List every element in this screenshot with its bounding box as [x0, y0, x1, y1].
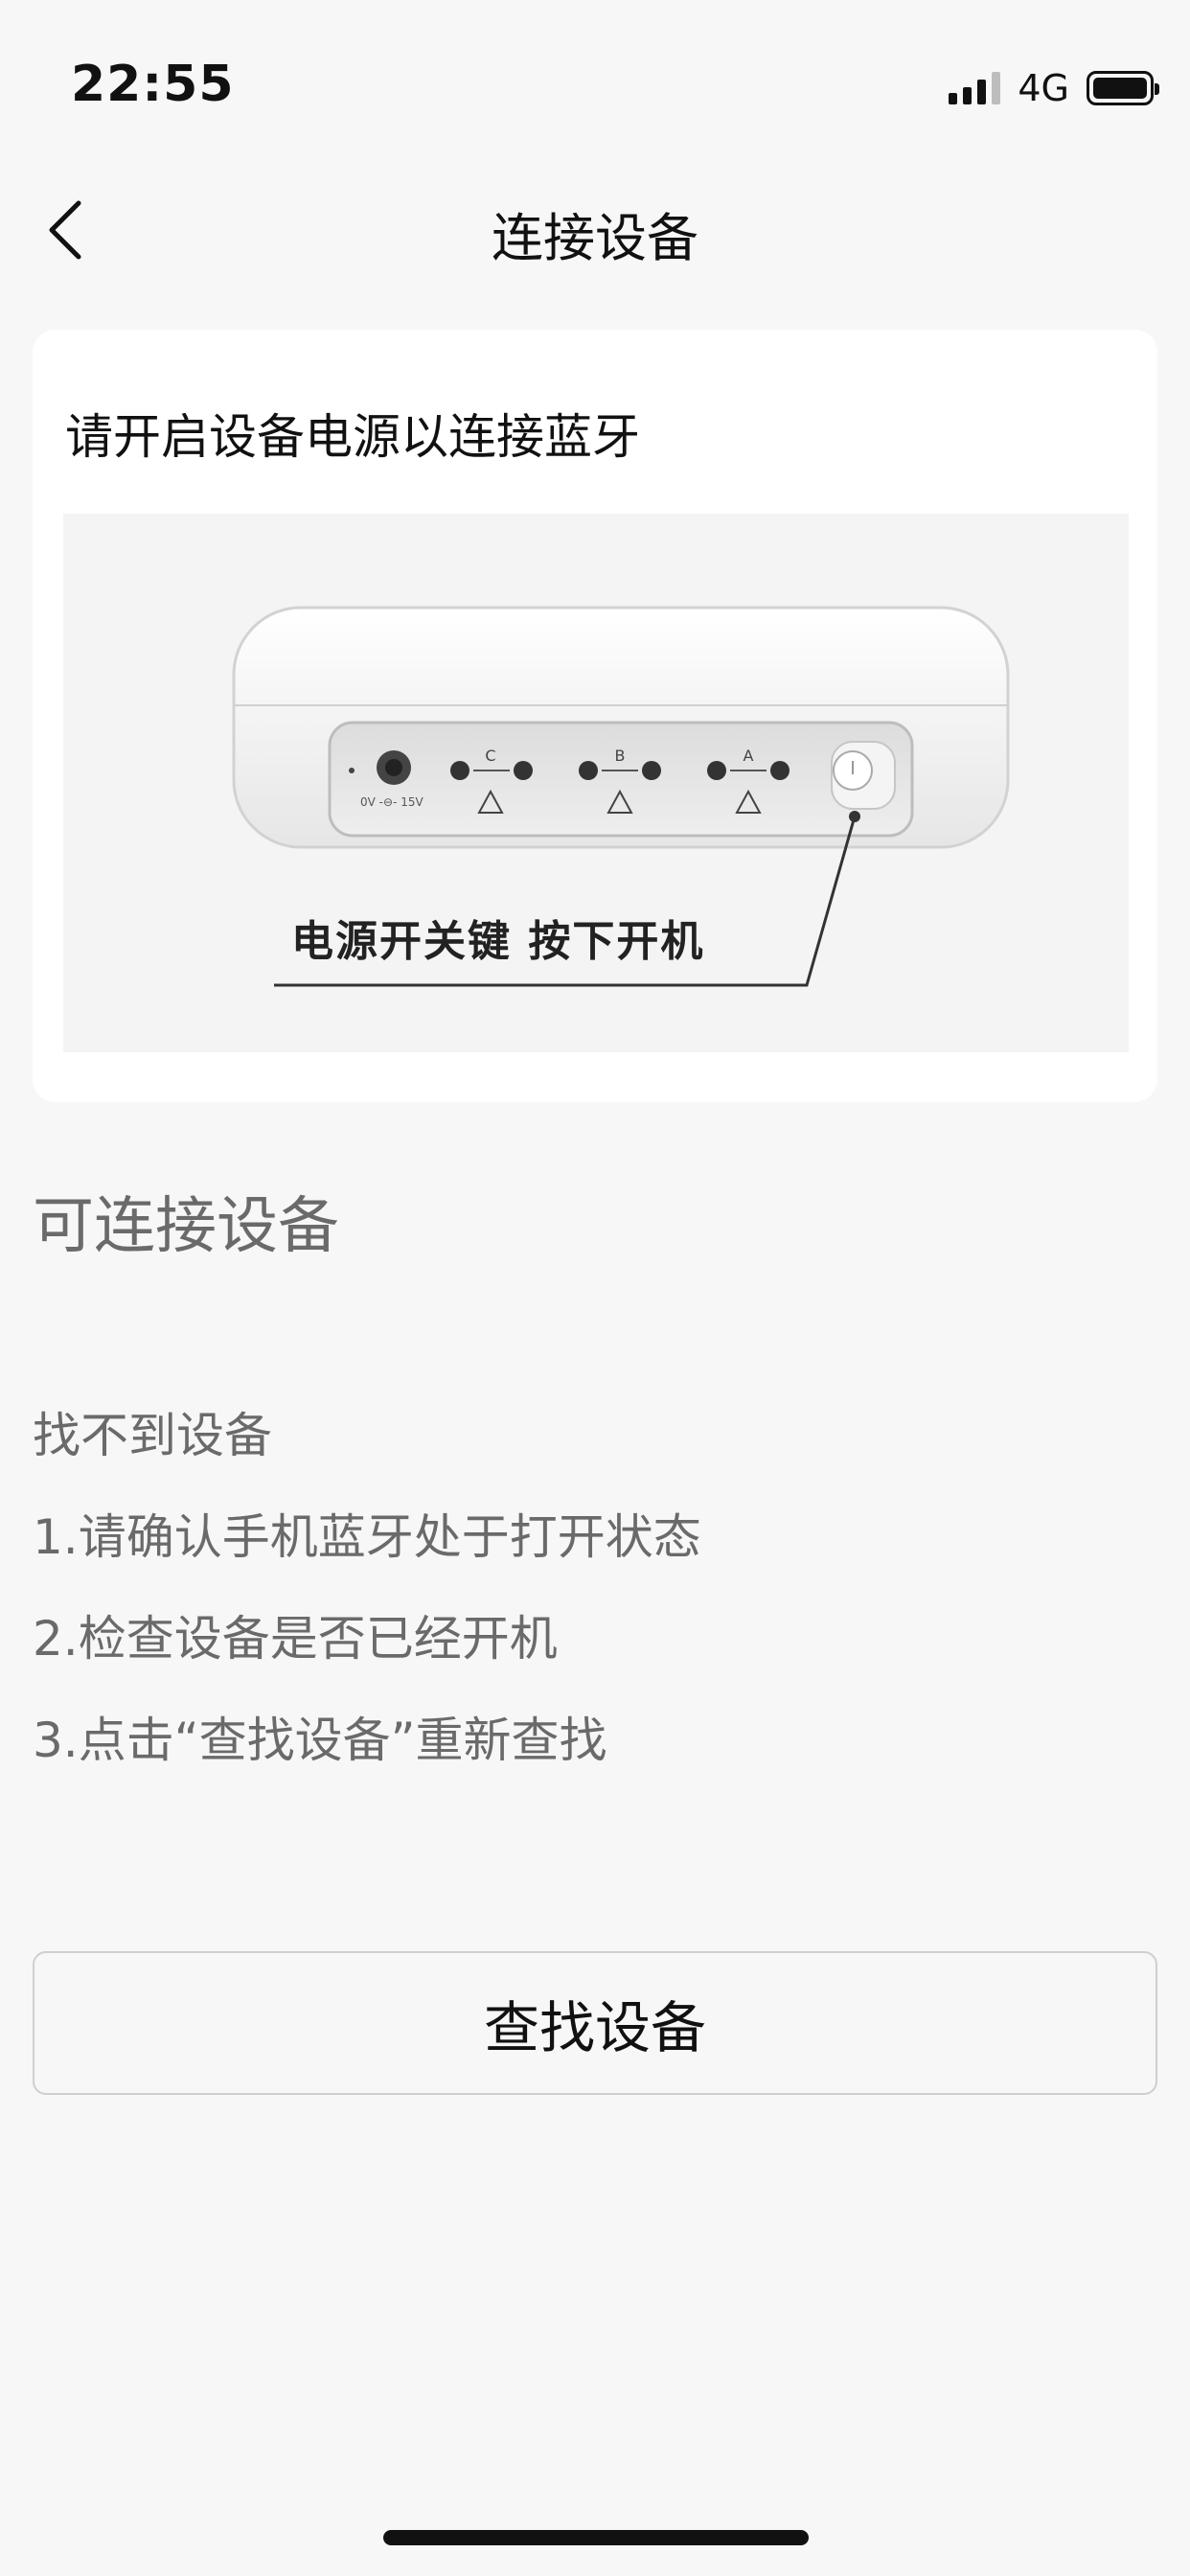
- help-step-1: 1.请确认手机蓝牙处于打开状态: [33, 1509, 701, 1565]
- device-diagram: 0V -⊖- 15V C B A: [232, 606, 1010, 987]
- available-devices-title: 可连接设备: [33, 1191, 339, 1262]
- help-list: 找不到设备 1.请确认手机蓝牙处于打开状态 2.检查设备是否已经开机 3.点击“…: [33, 1401, 701, 1807]
- port-c-label: C: [485, 747, 495, 765]
- page-title: 连接设备: [492, 208, 698, 268]
- network-type: 4G: [1018, 67, 1069, 109]
- power-button-callout: 电源开关键 按下开机: [291, 917, 705, 966]
- instruction-card: 请开启设备电源以连接蓝牙 0V -⊖- 15V C B A 电源开关键 按下开机: [33, 330, 1157, 1102]
- connect-device-screen: 22:55 4G 连接设备 请开启设备电源以连接蓝牙 0V -⊖- 15V C …: [0, 0, 1190, 2576]
- search-devices-button[interactable]: 查找设备: [33, 1951, 1157, 2095]
- status-time: 22:55: [71, 56, 235, 113]
- home-indicator: [383, 2530, 809, 2545]
- port-b-label: B: [615, 747, 626, 765]
- status-bar: 22:55 4G: [0, 0, 1190, 153]
- nav-bar: 连接设备: [0, 172, 1190, 288]
- help-title: 找不到设备: [33, 1408, 272, 1463]
- help-step-2: 2.检查设备是否已经开机: [33, 1611, 558, 1667]
- port-a-label: A: [744, 747, 754, 765]
- power-input-label: 0V -⊖- 15V: [360, 795, 423, 809]
- device-illustration: 0V -⊖- 15V C B A 电源开关键 按下开机: [63, 514, 1129, 1052]
- status-indicators: 4G: [949, 67, 1159, 109]
- help-step-3: 3.点击“查找设备”重新查找: [33, 1713, 607, 1768]
- power-instruction: 请开启设备电源以连接蓝牙: [65, 409, 640, 465]
- signal-icon: [949, 72, 1001, 104]
- battery-icon: [1087, 71, 1159, 105]
